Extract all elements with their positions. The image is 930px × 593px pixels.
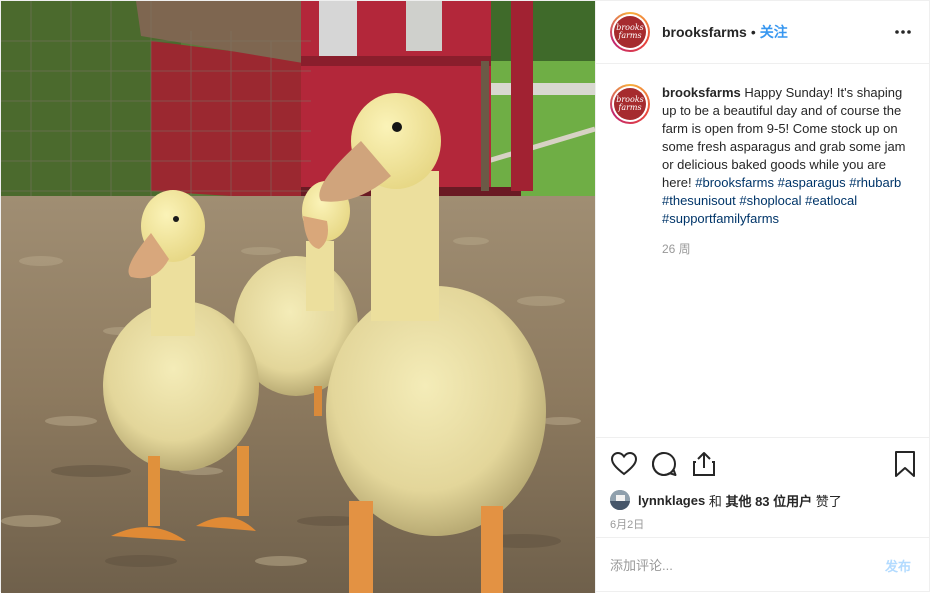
avatar-logo-text: brooks farms <box>616 23 644 40</box>
hashtag[interactable]: #shoplocal <box>739 193 801 208</box>
caption: brooks farms brooksfarms Happy Sunday! I… <box>610 84 915 256</box>
hashtag[interactable]: #rhubarb <box>849 175 901 190</box>
likes-summary: lynnklages 和 其他 83 位用户 赞了 <box>596 489 929 511</box>
heart-icon[interactable] <box>610 450 638 478</box>
instagram-post: brooks farms brooksfarms • 关注 brooks far… <box>0 0 930 593</box>
caption-username[interactable]: brooksfarms <box>662 85 741 100</box>
hashtag[interactable]: #eatlocal <box>805 193 857 208</box>
caption-avatar-logo-text: brooks farms <box>616 95 644 112</box>
action-bar <box>596 437 929 489</box>
caption-time[interactable]: 26 周 <box>662 242 915 256</box>
header-separator: • <box>750 24 756 40</box>
likes-conjunction: 和 <box>708 493 722 509</box>
hashtag[interactable]: #asparagus <box>778 175 846 190</box>
post-comment-button[interactable]: 发布 <box>885 556 911 575</box>
comment-composer: 发布 <box>596 537 929 593</box>
comment-input[interactable] <box>610 558 877 573</box>
hashtag[interactable]: #thesunisout <box>662 193 736 208</box>
bookmark-icon[interactable] <box>891 450 919 478</box>
likes-suffix: 赞了 <box>815 493 842 509</box>
post-date[interactable]: 6月2日 <box>596 511 929 537</box>
liker-username[interactable]: lynnklages <box>638 493 705 508</box>
comment-icon[interactable] <box>650 450 678 478</box>
caption-body: brooksfarms Happy Sunday! It's shaping u… <box>662 84 915 256</box>
ducklings-image <box>1 1 595 593</box>
comments-area: brooks farms brooksfarms Happy Sunday! I… <box>596 64 929 437</box>
hashtag[interactable]: #brooksfarms <box>695 175 774 190</box>
header-avatar[interactable]: brooks farms <box>610 12 650 52</box>
caption-avatar[interactable]: brooks farms <box>610 84 650 124</box>
likes-others[interactable]: 其他 83 位用户 <box>725 491 812 510</box>
post-header: brooks farms brooksfarms • 关注 <box>596 1 929 64</box>
post-sidebar: brooks farms brooksfarms • 关注 brooks far… <box>595 1 929 593</box>
hashtag[interactable]: #supportfamilyfarms <box>662 211 779 226</box>
post-photo[interactable] <box>1 1 595 593</box>
share-icon[interactable] <box>690 450 718 478</box>
follow-button[interactable]: 关注 <box>760 22 788 42</box>
header-username[interactable]: brooksfarms <box>662 24 747 40</box>
liker-avatar[interactable] <box>610 490 630 510</box>
more-horizontal-icon[interactable] <box>891 20 915 44</box>
